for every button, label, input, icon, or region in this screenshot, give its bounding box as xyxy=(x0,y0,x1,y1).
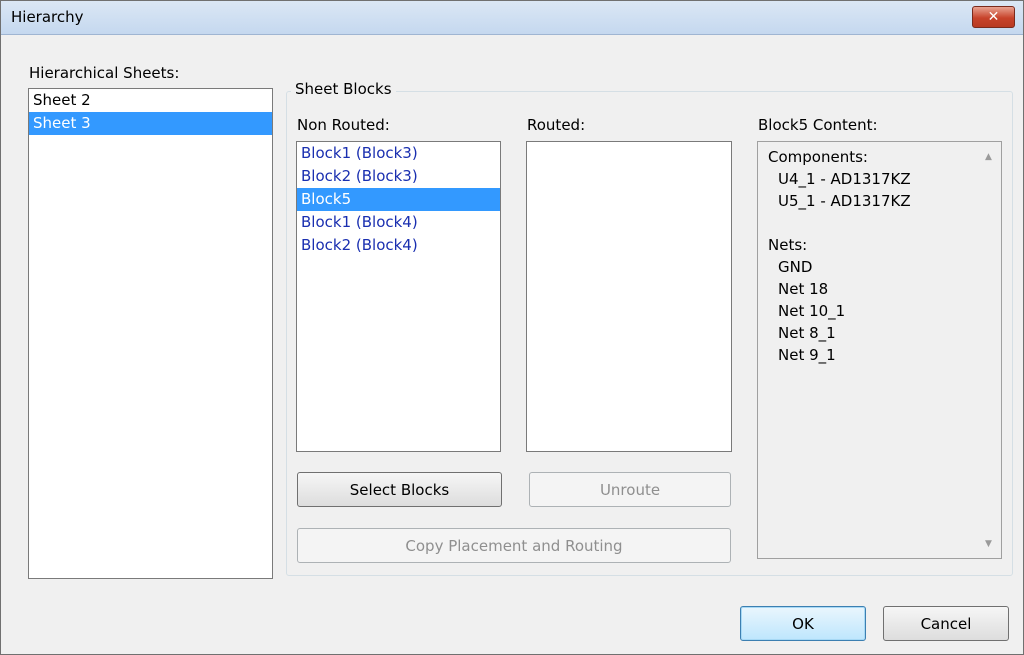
block-content-label: Block5 Content: xyxy=(758,116,878,134)
nets-heading: Nets: xyxy=(768,236,808,254)
net-entry: Net 8_1 xyxy=(778,324,836,342)
unroute-button[interactable]: Unroute xyxy=(529,472,731,507)
sheet-list-item[interactable]: Sheet 3 xyxy=(29,112,272,135)
hierarchical-sheets-label: Hierarchical Sheets: xyxy=(29,64,180,82)
sheet-blocks-title: Sheet Blocks xyxy=(291,80,396,98)
scroll-down-icon[interactable]: ▼ xyxy=(980,535,997,552)
close-icon: ✕ xyxy=(987,9,1000,25)
block-list-item[interactable]: Block2 (Block4) xyxy=(297,234,500,257)
ok-button[interactable]: OK xyxy=(740,606,866,641)
component-entry: U5_1 - AD1317KZ xyxy=(778,192,911,210)
net-entry: Net 9_1 xyxy=(778,346,836,364)
routed-label: Routed: xyxy=(527,116,586,134)
non-routed-list[interactable]: Block1 (Block3) Block2 (Block3) Block5 Bloc… xyxy=(296,141,501,452)
block-content-panel[interactable]: Components: U4_1 - AD1317KZ U5_1 - AD1317… xyxy=(757,141,1002,559)
non-routed-label: Non Routed: xyxy=(297,116,390,134)
hierarchical-sheets-list[interactable]: Sheet 2 Sheet 3 xyxy=(28,88,273,579)
block-list-item[interactable]: Block1 (Block3) xyxy=(297,142,500,165)
hierarchy-dialog: Hierarchy ✕ Hierarchical Sheets: Sheet 2… xyxy=(0,0,1024,655)
copy-placement-routing-button[interactable]: Copy Placement and Routing xyxy=(297,528,731,563)
cancel-button[interactable]: Cancel xyxy=(883,606,1009,641)
net-entry: Net 10_1 xyxy=(778,302,846,320)
window-title: Hierarchy xyxy=(11,8,84,26)
block-list-item[interactable]: Block1 (Block4) xyxy=(297,211,500,234)
component-entry: U4_1 - AD1317KZ xyxy=(778,170,911,188)
net-entry: Net 18 xyxy=(778,280,829,298)
net-entry: GND xyxy=(778,258,813,276)
title-bar[interactable]: Hierarchy ✕ xyxy=(1,1,1023,35)
components-heading: Components: xyxy=(768,148,868,166)
block-list-item[interactable]: Block5 xyxy=(297,188,500,211)
close-button[interactable]: ✕ xyxy=(972,6,1015,28)
sheet-list-item[interactable]: Sheet 2 xyxy=(29,89,272,112)
block-list-item[interactable]: Block2 (Block3) xyxy=(297,165,500,188)
select-blocks-button[interactable]: Select Blocks xyxy=(297,472,502,507)
routed-list[interactable] xyxy=(526,141,732,452)
scroll-up-icon[interactable]: ▲ xyxy=(980,148,997,165)
